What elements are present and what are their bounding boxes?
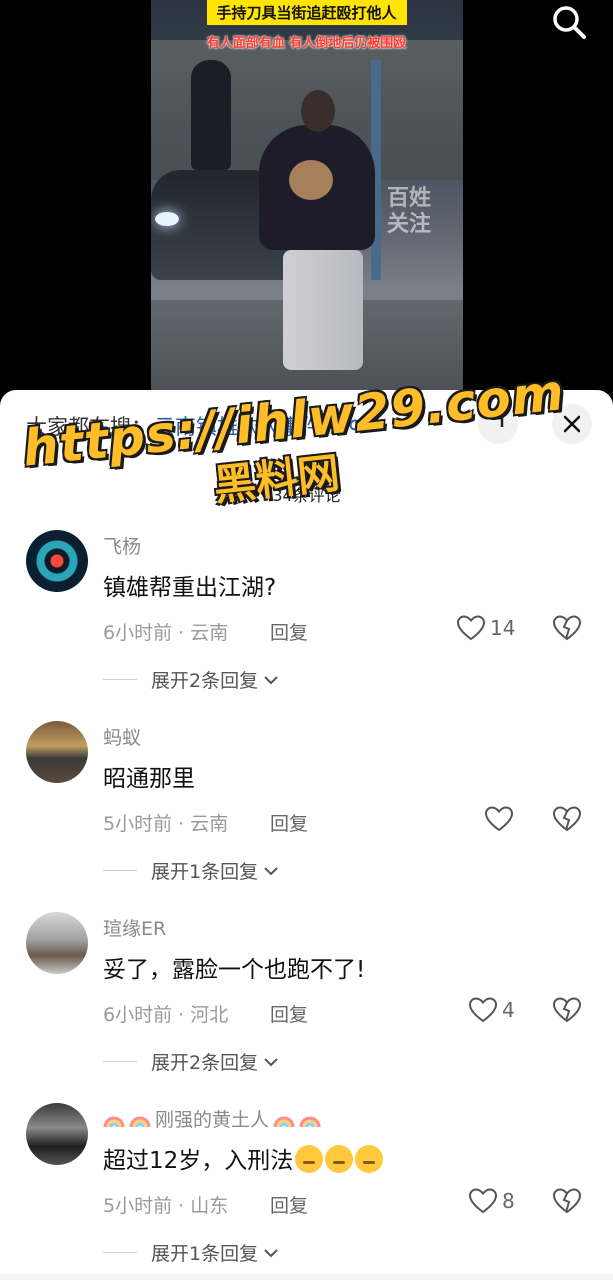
rainbow-icon [129,1116,151,1128]
expand-replies-label: 展开2条回复 [151,670,259,692]
fullscreen-button[interactable] [478,404,518,444]
video-scene-jacket-logo [289,160,333,200]
chevron-down-icon [264,866,278,875]
rainbow-icon [103,1116,125,1128]
comment-username[interactable]: 瑄缘ER [103,914,166,941]
comment-text[interactable]: 超过12岁，入刑法 [103,1141,384,1175]
video-player[interactable]: 百姓关注 手持刀具当街追赶殴打他人 有人面部有血 有人倒地后仍被围殴 [0,0,613,400]
like-button[interactable]: 14 [456,614,515,642]
dislike-button[interactable] [552,996,582,1024]
comment-item: 蚂蚁 昭通那里 5小时前 · 云南 回复 展开1条回复 [0,721,613,911]
reply-button[interactable]: 回复 [270,809,308,836]
close-icon [563,415,581,433]
comment-text[interactable]: 昭通那里 [103,759,195,793]
avatar[interactable] [26,1103,88,1165]
expand-replies-label: 展开2条回复 [151,1052,259,1074]
chevron-down-icon [264,1057,278,1066]
comment-item: 刚强的黄土人 超过12岁，入刑法 5小时前 · 山东 回复 8 展开1条回复 [0,1103,613,1280]
comment-text[interactable]: 镇雄帮重出江湖? [103,568,276,602]
avatar[interactable] [26,530,88,592]
rainbow-icon [273,1116,295,1128]
like-button[interactable] [484,805,518,833]
expand-replies[interactable]: 展开1条回复 [103,1239,280,1266]
reply-button[interactable]: 回复 [270,1191,308,1218]
comment-username-text: 刚强的黄土人 [155,1109,270,1131]
sigh-emoji-icon [295,1145,324,1173]
heart-icon [484,806,514,832]
bottom-edge [0,1274,613,1280]
close-button[interactable] [552,404,592,444]
divider [103,679,137,680]
comment-text-content: 超过12岁，入刑法 [103,1148,294,1174]
expand-replies-label: 展开1条回复 [151,1243,259,1265]
expand-replies[interactable]: 展开2条回复 [103,666,280,693]
chevron-down-icon [264,1248,278,1257]
heart-icon [468,997,498,1023]
comment-meta: 6小时前 · 河北 [103,1004,229,1026]
suggested-search-prefix: 大家都在搜： [26,415,152,439]
rainbow-icon [299,1116,321,1128]
reply-button[interactable]: 回复 [270,618,308,645]
dislike-button[interactable] [552,614,582,642]
avatar[interactable] [26,721,88,783]
comment-count: 34条评论 [272,486,341,505]
heart-icon [468,1188,498,1214]
chevron-down-icon [264,675,278,684]
dislike-button[interactable] [552,805,582,833]
divider [103,1252,137,1253]
video-scene-person-head [301,90,335,132]
divider [103,1061,137,1062]
expand-replies-label: 展开1条回复 [151,861,259,883]
search-icon [553,6,586,39]
reply-button[interactable]: 回复 [270,1000,308,1027]
expand-replies[interactable]: 展开1条回复 [103,857,280,884]
like-count: 4 [502,998,515,1022]
video-scene-person [191,60,231,170]
dislike-button[interactable] [552,1187,582,1215]
sigh-emoji-icon [325,1145,354,1173]
suggested-search-term[interactable]: 云南镇雄砍人事件... [154,411,342,441]
expand-replies[interactable]: 展开2条回复 [103,1048,280,1075]
comment-meta: 5小时前 · 山东 [103,1195,229,1217]
comment-sheet: 大家都在搜： 云南镇雄砍人事件... 34条评论 飞杨 镇雄帮重出江湖? 6小时… [0,390,613,1280]
comment-username[interactable]: 飞杨 [103,532,141,559]
comment-item: 飞杨 镇雄帮重出江湖? 6小时前 · 云南 回复 14 展开2条回复 [0,530,613,720]
comment-text[interactable]: 妥了，露脸一个也跑不了! [103,950,365,984]
video-frame[interactable]: 百姓关注 [151,0,463,390]
expand-icon [493,416,504,427]
search-small-icon [349,419,364,433]
comment-meta: 5小时前 · 云南 [103,813,229,835]
comment-username[interactable]: 刚强的黄土人 [103,1105,325,1132]
divider [103,870,137,871]
like-count: 14 [490,616,516,640]
video-scene-person-legs [283,250,363,370]
search-button[interactable] [549,2,589,42]
video-watermark: 百姓关注 [386,186,431,237]
avatar[interactable] [26,912,88,974]
video-scene-headlight [155,212,179,226]
like-button[interactable]: 8 [468,1187,515,1215]
video-headline: 手持刀具当街追赶殴打他人 [206,0,407,25]
suggested-search[interactable]: 大家都在搜： 云南镇雄砍人事件... [26,410,364,442]
sigh-emoji-icon [355,1145,384,1173]
like-button[interactable]: 4 [468,996,515,1024]
like-count: 8 [502,1189,515,1213]
comment-username[interactable]: 蚂蚁 [103,723,141,750]
heart-icon [456,615,486,641]
comment-item: 瑄缘ER 妥了，露脸一个也跑不了! 6小时前 · 河北 回复 4 展开2条回复 [0,912,613,1102]
video-subheadline: 有人面部有血 有人倒地后仍被围殴 [206,36,407,51]
comment-meta: 6小时前 · 云南 [103,622,229,644]
